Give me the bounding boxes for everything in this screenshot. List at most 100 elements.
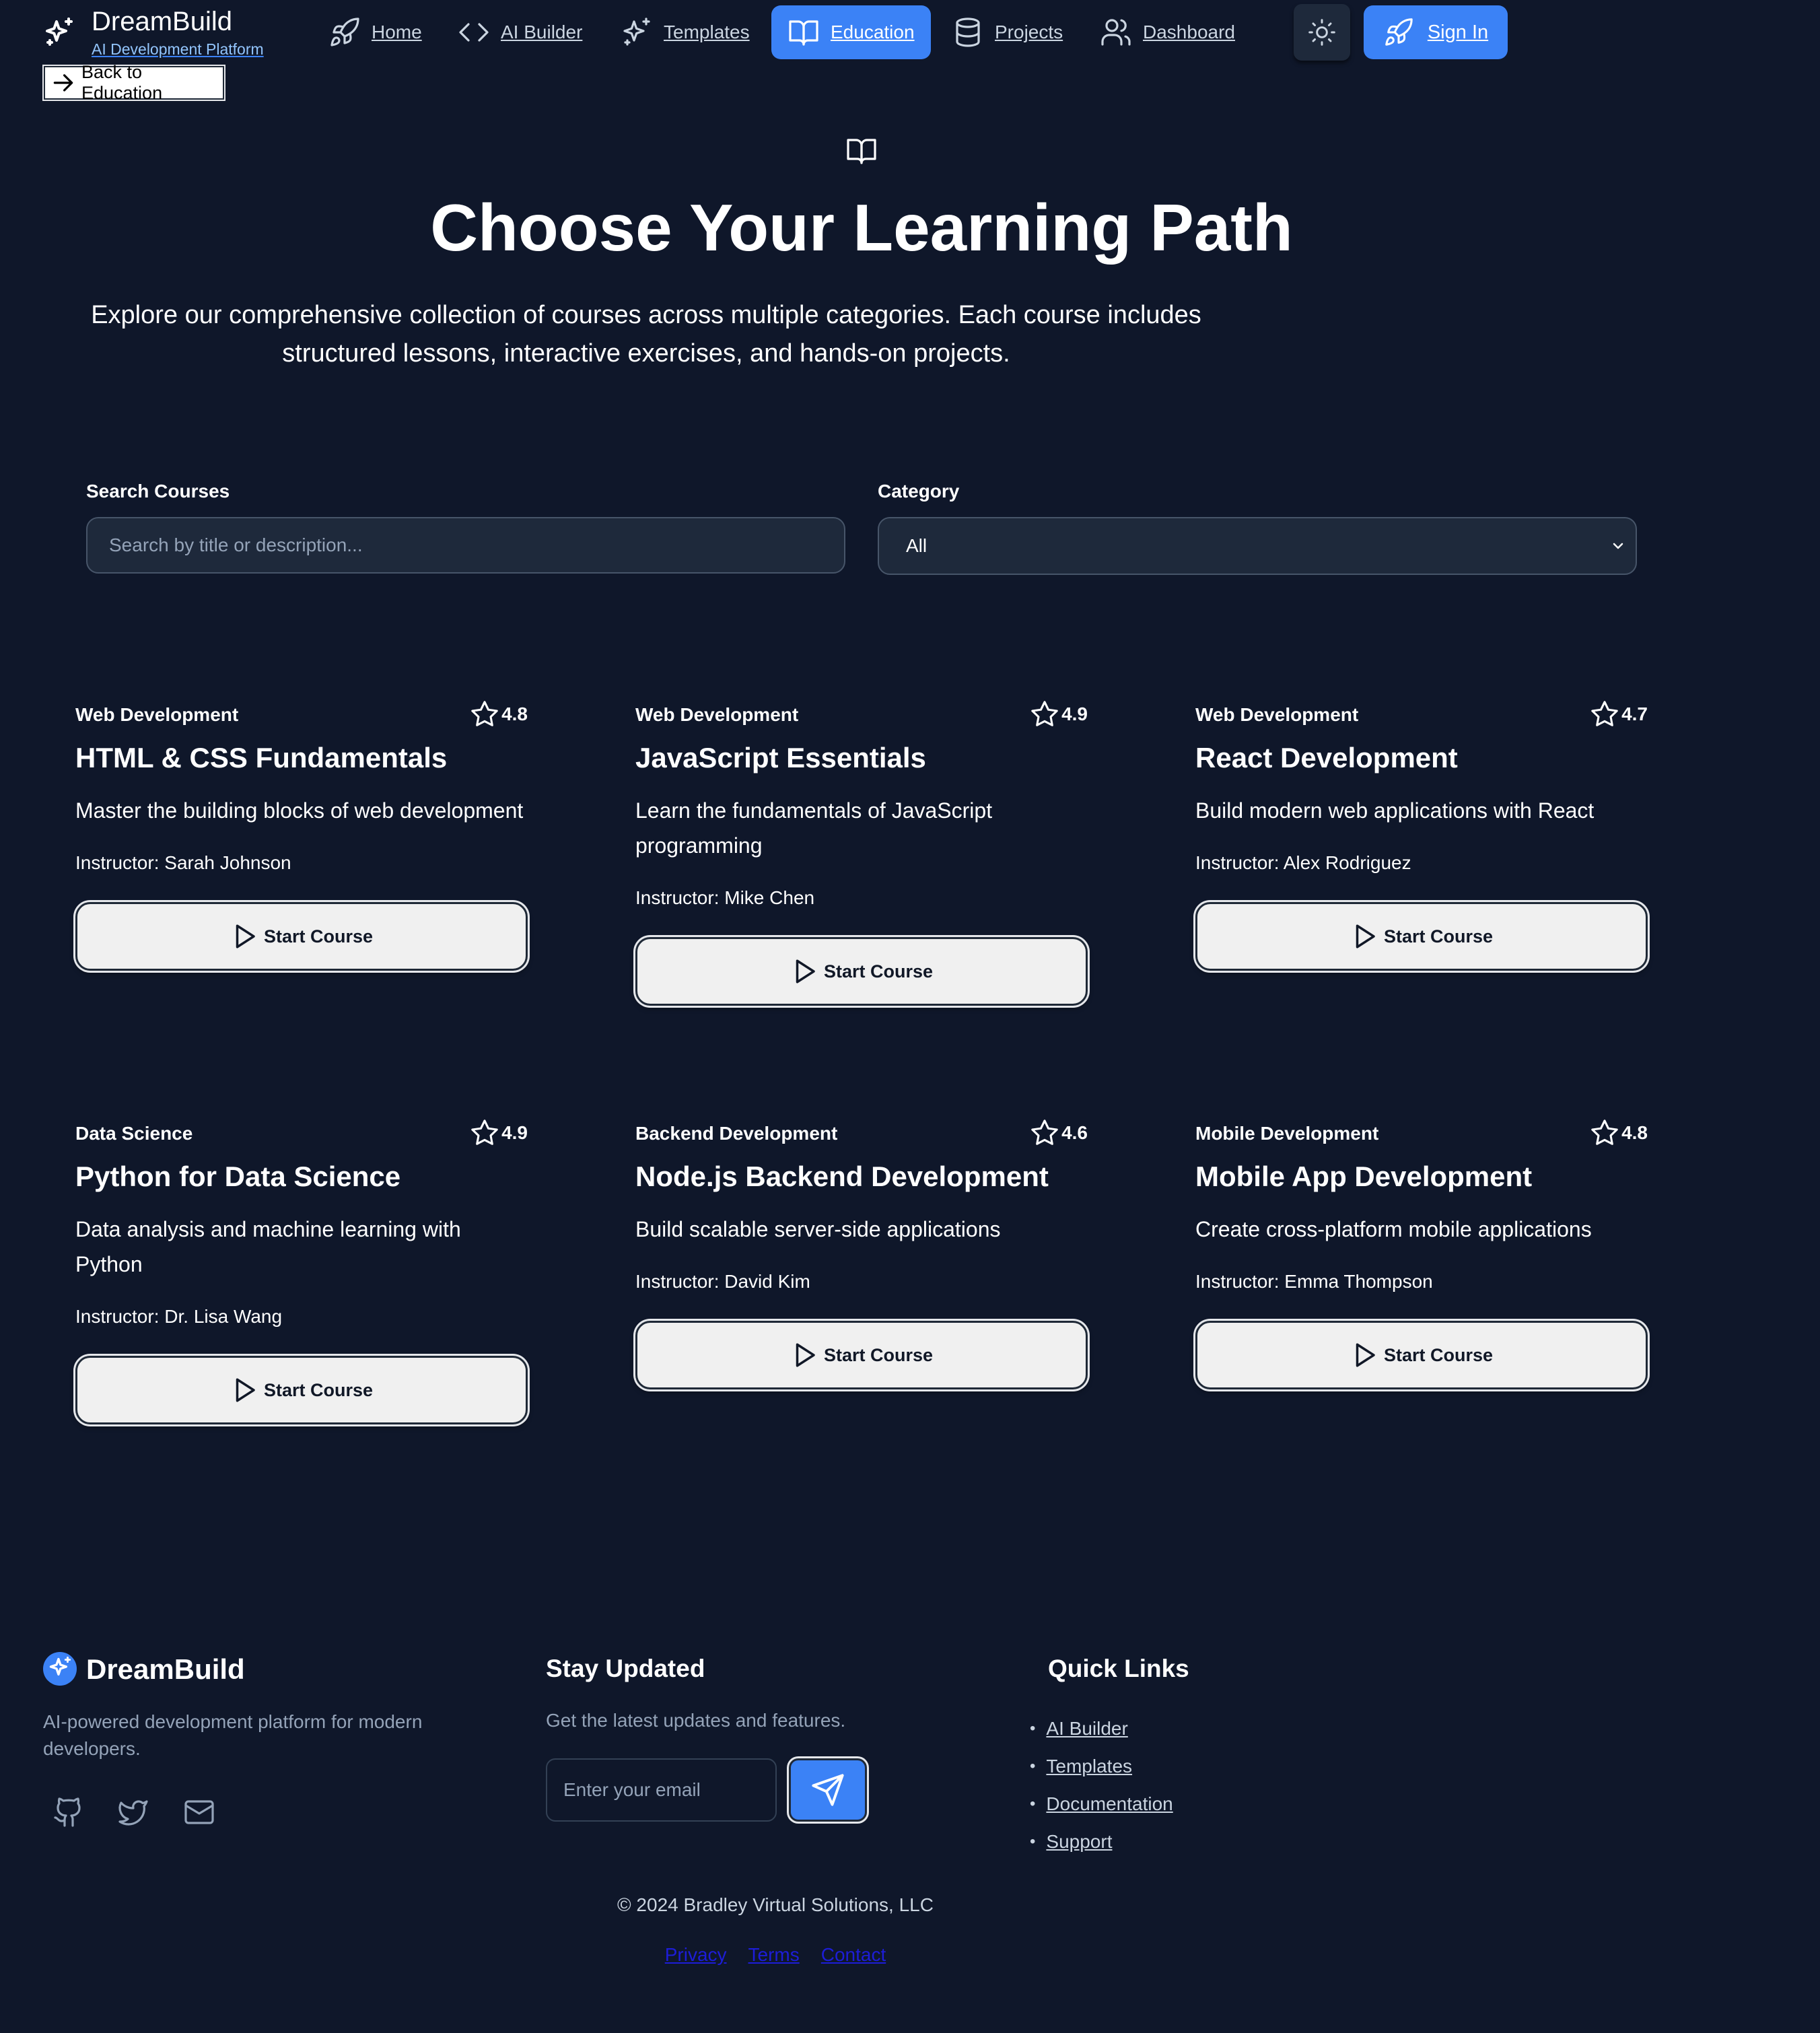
brand-logo-icon [43,1652,77,1686]
send-icon [810,1772,845,1807]
rocket-icon [328,16,361,48]
theme-toggle-button[interactable] [1294,4,1350,61]
course-category: Web Development [75,704,239,725]
course-title: JavaScript Essentials [635,742,926,773]
github-icon[interactable] [53,1796,85,1828]
course-rating: 4.9 [469,1117,528,1148]
start-course-button[interactable]: Start Course [75,902,528,971]
rating-value: 4.9 [501,1122,528,1143]
quick-link-item[interactable]: Templates [1030,1748,1173,1785]
quick-links-heading: Quick Links [1048,1655,1189,1682]
brand-tagline[interactable]: AI Development Platform [92,40,264,59]
nav-label: AI Builder [501,22,583,42]
quick-link-item[interactable]: Documentation [1030,1785,1172,1823]
course-card: Web Development 4.9 JavaScript Essential… [635,693,1088,1006]
course-description: Learn the fundamentals of JavaScript pro… [635,798,993,858]
star-icon [469,1117,500,1148]
nav-dashboard[interactable]: Dashboard [1100,5,1235,59]
course-category: Mobile Development [1195,1123,1379,1144]
star-icon [1029,1117,1060,1148]
database-icon [952,16,984,48]
footer-description: AI-powered development platform for mode… [43,1711,423,1759]
brand-name[interactable]: DreamBuild [92,7,232,37]
play-icon [790,957,818,986]
course-instructor: Instructor: Alex Rodriguez [1195,852,1411,873]
course-category: Web Development [635,704,799,725]
start-course-label: Start Course [1383,926,1494,946]
book-open-icon [845,135,878,167]
back-to-education-button[interactable]: Back to Education [44,62,224,103]
play-icon [1350,922,1378,951]
quick-link-documentation[interactable]: Documentation [1046,1793,1172,1815]
start-course-button[interactable]: Start Course [1195,902,1648,971]
description-line: Explore our comprehensive collection of … [91,301,1201,329]
quick-link-ai-builder[interactable]: AI Builder [1046,1718,1127,1739]
star-icon [1589,1117,1620,1148]
start-course-button[interactable]: Start Course [635,1321,1088,1389]
nav-ai-builder[interactable]: AI Builder [458,5,582,59]
sparkles-icon [621,16,653,48]
nav-templates[interactable]: Templates [621,5,750,59]
start-course-button[interactable]: Start Course [635,937,1088,1006]
course-card: Backend Development 4.6 Node.js Backend … [635,1112,1088,1422]
footer-brand: DreamBuild [86,1653,245,1685]
page-description: Explore our comprehensive collection of … [40,296,1252,373]
course-instructor: Instructor: Mike Chen [635,887,815,908]
search-label: Search Courses [86,481,230,502]
search-input[interactable] [86,517,845,574]
back-label: Back to Education [81,62,163,103]
privacy-link[interactable]: Privacy [665,1944,727,1966]
book-icon [788,16,820,48]
arrow-right-icon [50,70,76,96]
users-icon [1100,16,1132,48]
star-icon [1029,699,1060,730]
course-title: Python for Data Science [75,1161,401,1192]
course-rating: 4.7 [1589,699,1648,730]
rating-value: 4.9 [1061,703,1088,724]
quick-link-item[interactable]: AI Builder [1030,1710,1173,1748]
email-input[interactable] [546,1758,777,1822]
rating-value: 4.8 [1621,1122,1648,1143]
chevron-down-icon [1610,538,1626,554]
course-description: Data analysis and machine learning with … [75,1217,461,1276]
course-card: Web Development 4.8 HTML & CSS Fundament… [75,693,528,1003]
category-value: All [906,535,928,556]
nav-projects[interactable]: Projects [952,5,1063,59]
quick-link-support[interactable]: Support [1046,1831,1112,1853]
start-course-label: Start Course [263,926,374,946]
nav-education[interactable]: Education [771,5,931,59]
course-description: Create cross-platform mobile application… [1195,1217,1592,1241]
quick-links-list: AI Builder Templates Documentation Suppo… [1030,1710,1173,1861]
start-course-label: Start Course [823,1344,934,1365]
quick-link-templates[interactable]: Templates [1046,1756,1132,1777]
quick-link-item[interactable]: Support [1030,1823,1173,1861]
rating-value: 4.6 [1061,1122,1088,1143]
course-category: Web Development [1195,704,1359,725]
mail-icon[interactable] [183,1796,215,1828]
course-instructor: Instructor: David Kim [635,1271,810,1292]
category-select[interactable]: All [878,517,1637,575]
terms-link[interactable]: Terms [748,1944,800,1966]
course-card: Data Science 4.9 Python for Data Science… [75,1112,528,1424]
course-card: Mobile Development 4.8 Mobile App Develo… [1195,1112,1648,1422]
start-course-label: Start Course [823,961,934,981]
start-course-button[interactable]: Start Course [75,1356,528,1424]
twitter-icon[interactable] [117,1796,149,1828]
nav-label: Projects [995,22,1063,42]
course-rating: 4.9 [1029,699,1088,730]
play-icon [1350,1341,1378,1369]
nav-label: Education [831,22,915,42]
course-title: HTML & CSS Fundamentals [75,742,448,773]
course-title: Node.js Backend Development [635,1161,1049,1192]
sign-in-button[interactable]: Sign In [1364,5,1508,59]
subscribe-button[interactable] [789,1758,867,1822]
start-course-label: Start Course [1383,1344,1494,1365]
sign-in-label: Sign In [1427,21,1489,43]
course-category: Data Science [75,1123,193,1144]
page-title: Choose Your Learning Path [430,191,1293,265]
description-line: structured lessons, interactive exercise… [282,339,1010,368]
star-icon [1589,699,1620,730]
nav-home[interactable]: Home [328,5,422,59]
contact-link[interactable]: Contact [821,1944,886,1966]
start-course-button[interactable]: Start Course [1195,1321,1648,1389]
